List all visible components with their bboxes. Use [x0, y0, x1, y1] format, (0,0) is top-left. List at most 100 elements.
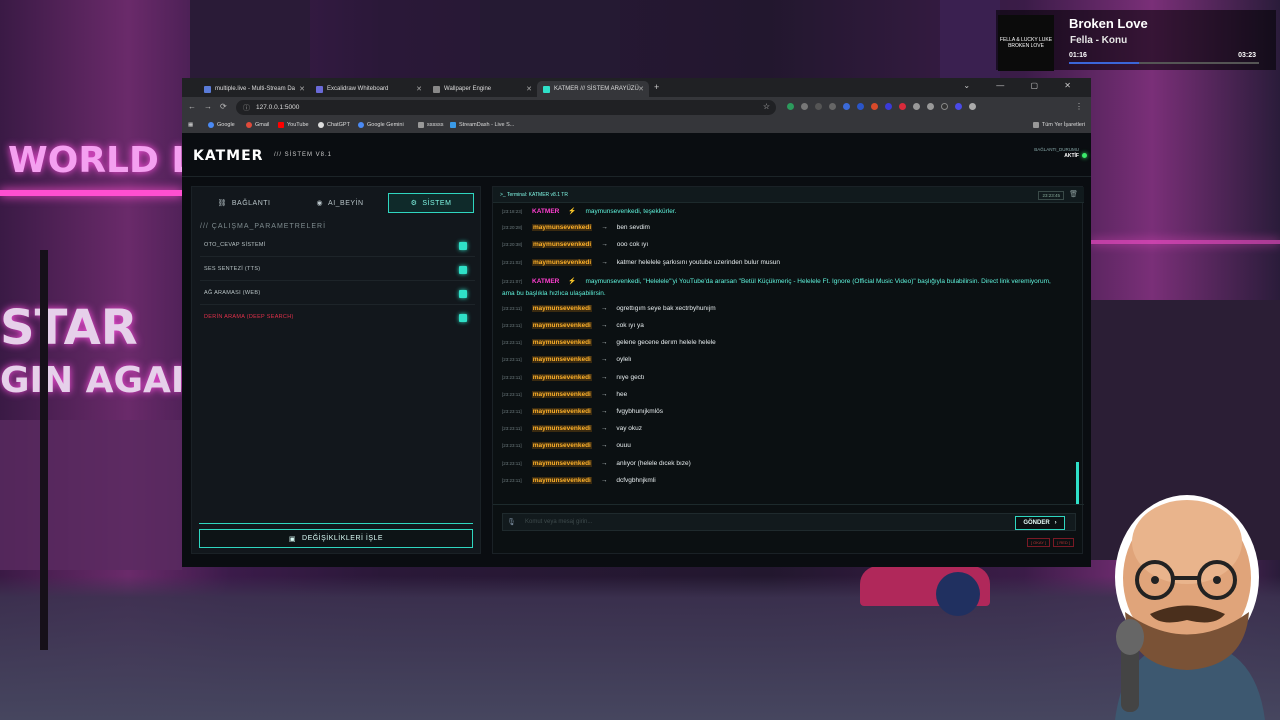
- message-text: ben sevdim: [616, 224, 650, 232]
- message-text: ogrettıgım seye bak xectrbyhunıjm: [616, 304, 716, 312]
- trash-icon[interactable]: 🗑: [1069, 190, 1078, 198]
- bookmark-youtube[interactable]: YouTube: [278, 122, 309, 128]
- extension-icon[interactable]: [815, 103, 822, 110]
- url-input[interactable]: ⓘ 127.0.0.1:5000 ☆: [236, 100, 776, 115]
- toggle-switch[interactable]: [459, 290, 467, 298]
- username: maymunsevenkedi: [531, 425, 592, 433]
- browser-tab[interactable]: multiple.live - Multi-Stream Da ✕: [198, 81, 310, 97]
- puzzle-icon[interactable]: [969, 103, 976, 110]
- progress-bar: [1069, 62, 1259, 64]
- message-timestamp: [23:23:11]: [502, 374, 522, 380]
- extension-icon[interactable]: [899, 103, 906, 110]
- send-button[interactable]: GÖNDER ›: [1015, 516, 1065, 530]
- toggle-switch[interactable]: [459, 314, 467, 322]
- arrow-right-icon: →: [601, 258, 608, 266]
- message-text: maymunsevenkedi, teşekkürler.: [585, 208, 677, 215]
- message-timestamp: [23:23:11]: [502, 305, 522, 311]
- message-text: ouuu: [616, 442, 631, 450]
- gear-icon: ⚙: [410, 200, 418, 207]
- new-tab-button[interactable]: +: [654, 82, 659, 92]
- bookmark-google[interactable]: Google: [208, 122, 235, 128]
- tab-sistem[interactable]: ⚙ SİSTEM: [388, 193, 474, 213]
- bookmark-folder[interactable]: ssssss: [418, 122, 444, 128]
- user-message-row: [23:23:11] maymunsevenkedi → fvgybhunıjkmlö…: [502, 408, 663, 415]
- bookmark-gemini[interactable]: Google Gemini: [358, 122, 404, 128]
- bookmark-star-icon[interactable]: ☆: [763, 102, 770, 111]
- browser-tab[interactable]: Wallpaper Engine ✕: [427, 81, 537, 97]
- bookmarks-bar: ▦ Google Gmail YouTube ChatGPT Google Ge…: [182, 118, 1091, 133]
- status-chip: [ RED ]: [1053, 538, 1074, 547]
- extension-icon[interactable]: [857, 103, 864, 110]
- setting-label: AĞ ARAMASI (WEB): [204, 290, 261, 296]
- nav-buttons[interactable]: ←→⟳: [188, 102, 235, 111]
- close-icon[interactable]: ✕: [299, 85, 305, 93]
- arrow-right-icon: →: [600, 442, 608, 450]
- arrow-right-icon: →: [600, 459, 608, 467]
- arrow-right-icon: →: [600, 390, 608, 398]
- tab-baglanti[interactable]: ⛓ BAĞLANTI: [198, 193, 290, 213]
- browser-tab[interactable]: Excalidraw Whiteboard ✕: [310, 81, 427, 97]
- chat-log[interactable]: [23:18:23] KATMER ⚡ maymunsevenkedi, teşekk…: [493, 205, 1078, 495]
- settings-panel: ⛓ BAĞLANTI ◉ AI_BEYİN ⚙ SİSTEM /// ÇALIŞMA_…: [191, 186, 481, 554]
- elapsed-time: 01:16: [1069, 52, 1087, 59]
- username: maymunsevenkedi: [531, 322, 592, 329]
- bookmark-gmail[interactable]: Gmail: [246, 122, 269, 128]
- apply-changes-button[interactable]: ▣ DEĞİŞİKLİKLERİ İŞLE: [199, 529, 473, 548]
- extension-icon[interactable]: [801, 103, 808, 110]
- toggle-switch[interactable]: [459, 242, 467, 250]
- extension-icon[interactable]: [941, 103, 948, 110]
- microphone-icon[interactable]: 🎙: [507, 518, 516, 526]
- username: maymunsevenkedi: [531, 339, 592, 347]
- message-input[interactable]: 🎙 Komut veya mesaj girin... GÖNDER ›: [502, 513, 1076, 531]
- menu-icon[interactable]: ⋮: [1075, 102, 1083, 111]
- arrow-right-icon: →: [600, 425, 608, 433]
- close-icon[interactable]: ✕: [416, 85, 422, 93]
- extension-icon[interactable]: [787, 103, 794, 110]
- extension-icons[interactable]: [787, 103, 976, 110]
- apps-icon[interactable]: ▦: [188, 122, 193, 128]
- user-message-row: [23:23:11] maymunsevenkedi → anlıyor (helel…: [502, 459, 691, 467]
- address-bar-row: ←→⟳ ⓘ 127.0.0.1:5000 ☆ ⋮: [182, 97, 1091, 118]
- user-message-row: [23:20:28] maymunsevenkedi → ben sevdim: [502, 224, 650, 232]
- extension-icon[interactable]: [913, 103, 920, 110]
- bookmark-chatgpt[interactable]: ChatGPT: [318, 122, 350, 128]
- extension-icon[interactable]: [843, 103, 850, 110]
- bolt-icon: ⚡: [568, 277, 577, 285]
- username: maymunsevenkedi: [531, 408, 592, 415]
- chatgpt-icon: [318, 122, 324, 128]
- close-icon[interactable]: ✕: [638, 85, 644, 93]
- button-label: DEĞİŞİKLİKLERİ İŞLE: [302, 535, 384, 542]
- bolt-icon: ⚡: [568, 208, 577, 215]
- window-controls[interactable]: ⌄ — ▢ ✕: [963, 81, 1083, 90]
- streamer-avatar: [1115, 495, 1265, 720]
- site-info-icon[interactable]: ⓘ: [243, 103, 250, 113]
- all-bookmarks[interactable]: Tüm Yer İşaretleri: [1032, 122, 1085, 128]
- message-text: oylelı: [616, 356, 632, 364]
- username: maymunsevenkedi: [531, 442, 592, 450]
- google-icon: [208, 122, 214, 128]
- extension-icon[interactable]: [927, 103, 934, 110]
- tab-ai-beyin[interactable]: ◉ AI_BEYİN: [294, 193, 386, 213]
- toggle-switch[interactable]: [459, 266, 467, 274]
- status-dot-icon: [1082, 153, 1087, 158]
- progress-fill: [1069, 62, 1140, 64]
- setting-auto-reply: OTO_CEVAP SİSTEMİ: [200, 237, 475, 257]
- browser-tab-active[interactable]: KATMER /// SİSTEM ARAYÜZÜ ✕: [537, 81, 649, 97]
- message-timestamp: [23:18:23]: [502, 209, 523, 214]
- panel-title: /// ÇALIŞMA_PARAMETRELERİ: [200, 223, 327, 230]
- message-timestamp: [23:23:11]: [502, 443, 522, 449]
- bookmark-label: Google: [217, 122, 235, 128]
- message-text: anlıyor (helele dıcek bıze): [616, 459, 691, 467]
- message-timestamp: [23:23:11]: [502, 357, 522, 363]
- neon-sign: WORLD L: [8, 140, 195, 181]
- message-timestamp: [23:23:11]: [502, 391, 522, 397]
- scrollbar[interactable]: [1076, 462, 1079, 504]
- extension-icon[interactable]: [871, 103, 878, 110]
- extension-icon[interactable]: [829, 103, 836, 110]
- username: maymunsevenkedi: [531, 356, 592, 364]
- close-icon[interactable]: ✕: [526, 85, 532, 93]
- extension-icon[interactable]: [955, 103, 962, 110]
- username: maymunsevenkedi: [531, 476, 592, 484]
- bookmark-streamdash[interactable]: StreamDash - Live S...: [450, 122, 514, 128]
- extension-icon[interactable]: [885, 103, 892, 110]
